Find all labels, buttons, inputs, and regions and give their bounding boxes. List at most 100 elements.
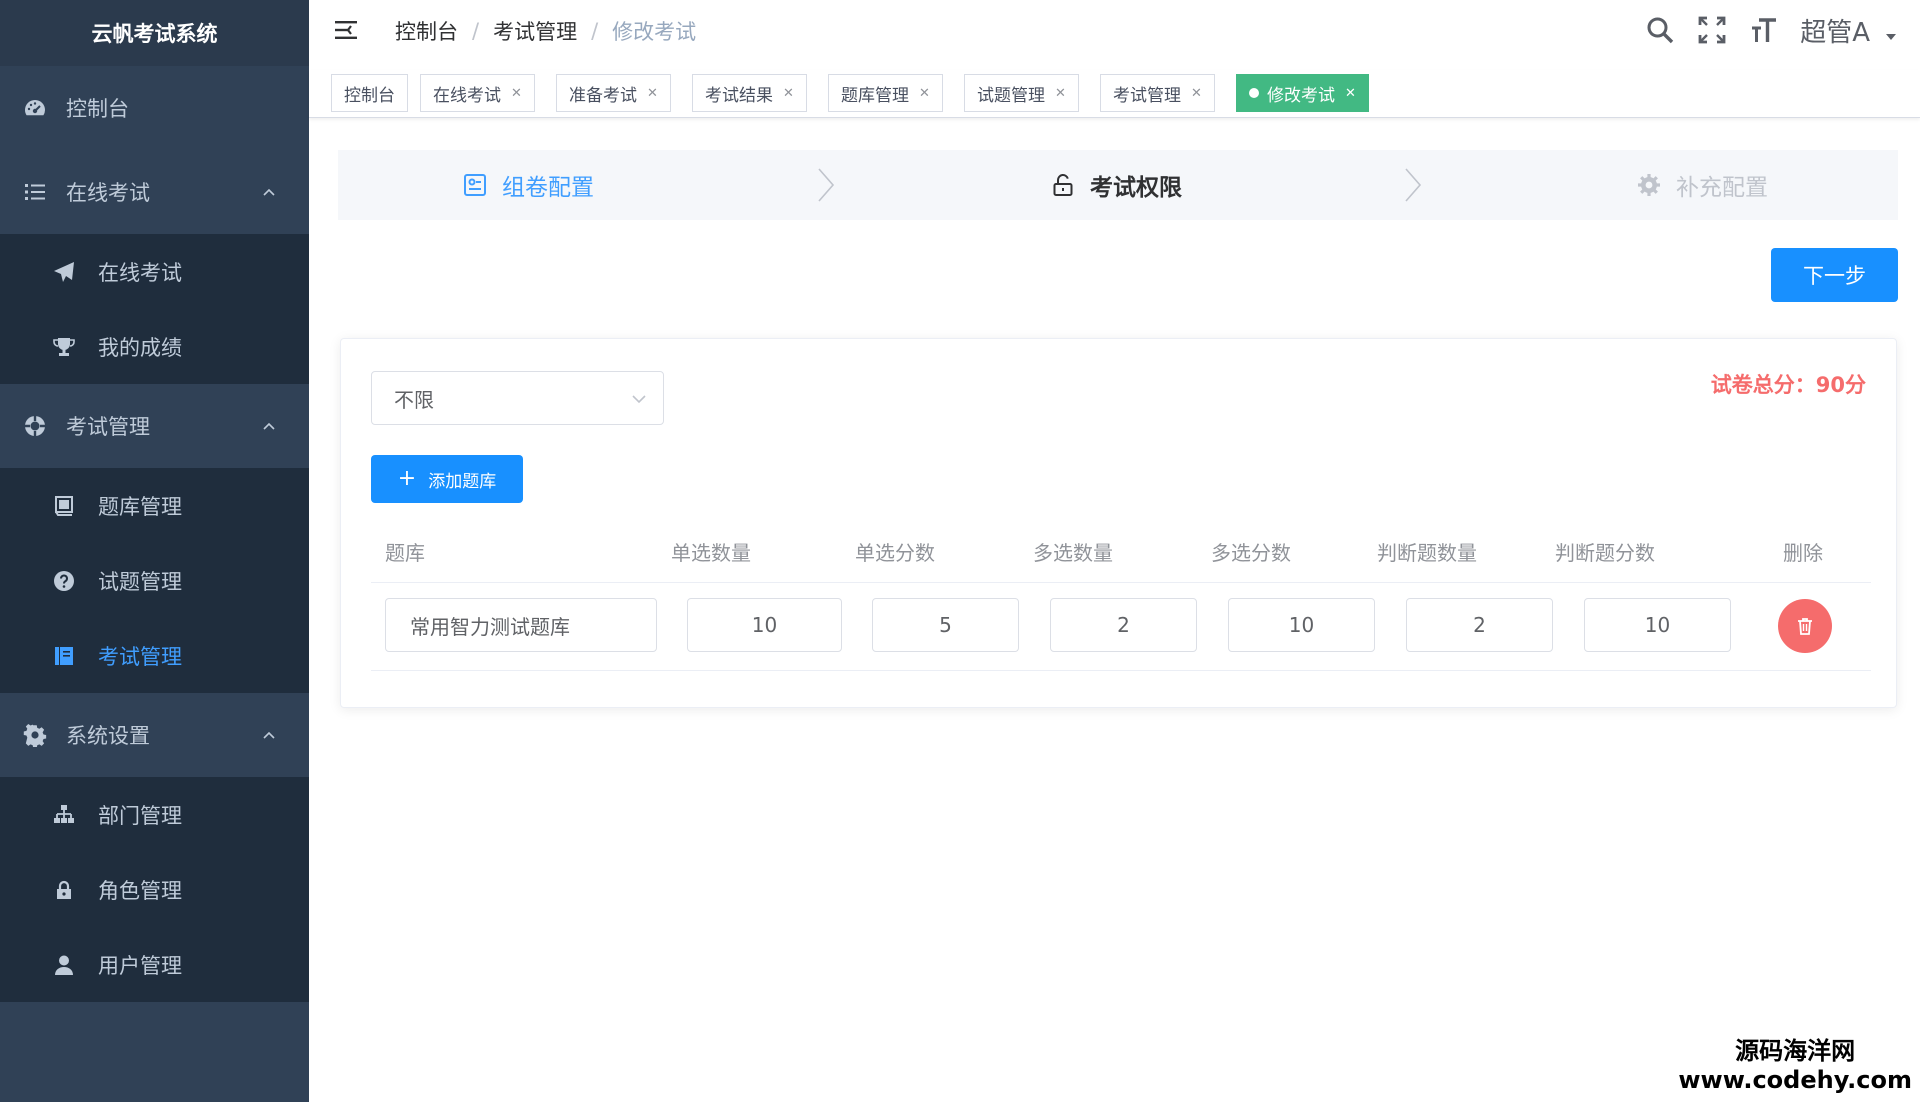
tag-label: 修改考试 [1267,85,1335,106]
radio-count-input[interactable]: 10 [687,598,842,652]
sidebar-item-label: 角色管理 [98,878,182,903]
tag-label: 在线考试 [433,85,501,106]
tag-label: 考试结果 [705,85,773,106]
close-icon[interactable]: ✕ [1191,86,1202,101]
repo-name-input[interactable]: 常用智力测试题库 [385,598,657,652]
sidebar-item-label: 控制台 [66,97,129,121]
tags-view: 控制台 在线考试 ✕ 准备考试 ✕ 考试结果 ✕ 题库管理 ✕ 试题管理 ✕ 考… [309,70,1920,118]
tag-label: 考试管理 [1113,85,1181,106]
sidebar-item-label: 系统设置 [66,724,150,748]
sidebar-item-label: 题库管理 [98,494,182,519]
tag-label: 准备考试 [569,85,637,106]
sidebar-item-user-management[interactable]: 用户管理 [0,927,309,1002]
sidebar-item-label: 试题管理 [98,569,182,594]
table-header: 题库 单选数量 单选分数 多选数量 多选分数 判断题数量 判断题分数 删除 [371,513,1871,583]
sidebar-item-question-management[interactable]: 试题管理 [0,543,309,618]
user-icon [52,953,76,977]
sidebar-item-online-exam[interactable]: 在线考试 [0,150,309,234]
font-size-icon[interactable] [1748,14,1780,46]
sidebar-item-department-management[interactable]: 部门管理 [0,777,309,852]
add-repo-button[interactable]: + 添加题库 [371,455,523,503]
step-label: 补充配置 [1676,175,1768,201]
sidebar-item-exam-management-sub[interactable]: 考试管理 [0,618,309,693]
step-label: 组卷配置 [502,175,594,201]
navbar: 控制台 / 考试管理 / 修改考试 超管A [309,0,1920,60]
submenu-exam-management: 题库管理 试题管理 考试管理 [0,468,309,693]
header-right-menu: 超管A [1644,0,1920,60]
caret-down-icon[interactable] [1884,30,1898,44]
multi-count-input[interactable]: 2 [1050,598,1197,652]
breadcrumb-separator: / [591,19,599,43]
sidebar-item-my-scores[interactable]: 我的成绩 [0,309,309,384]
sidebar-item-label: 在线考试 [98,260,182,285]
plus-icon: + [397,466,417,491]
submenu-system-settings: 部门管理 角色管理 用户管理 [0,777,309,1002]
next-step-button[interactable]: 下一步 [1771,248,1898,302]
sitemap-icon [52,803,76,827]
sidebar: 云帆考试系统 控制台 在线考试 在线考试 我的成绩 考试管理 题库管理 试题管理… [0,0,309,1102]
hamburger-icon[interactable] [333,16,361,44]
sidebar-item-repo-management[interactable]: 题库管理 [0,468,309,543]
fullscreen-icon[interactable] [1696,14,1728,46]
table-row: 常用智力测试题库 10 5 2 10 2 10 [371,583,1871,671]
judge-count-input[interactable]: 2 [1406,598,1553,652]
chevron-up-icon [263,731,275,739]
submenu-online-exam: 在线考试 我的成绩 [0,234,309,384]
close-icon[interactable]: ✕ [511,86,522,101]
total-score: 试卷总分：90分 [1710,373,1866,397]
paper-config-icon [462,172,488,198]
close-icon[interactable]: ✕ [1055,86,1066,101]
sidebar-item-label: 我的成绩 [98,335,182,360]
tag-label: 试题管理 [977,85,1045,106]
search-icon[interactable] [1644,14,1676,46]
step-exam-permission[interactable]: 考试权限 [1050,150,1182,220]
judge-score-input[interactable]: 10 [1584,598,1731,652]
select-value: 不限 [394,387,434,412]
column-header: 多选数量 [1033,541,1113,565]
lock-icon [52,878,76,902]
column-header: 判断题数量 [1377,541,1477,565]
permission-select[interactable]: 不限 [371,371,664,425]
sidebar-item-online-exam-sub[interactable]: 在线考试 [0,234,309,309]
close-icon[interactable]: ✕ [1345,86,1356,101]
breadcrumb-item-dashboard[interactable]: 控制台 [395,16,458,46]
column-header: 多选分数 [1211,541,1291,565]
tag-exam-management[interactable]: 考试管理 ✕ [1100,74,1215,112]
sidebar-item-role-management[interactable]: 角色管理 [0,852,309,927]
trophy-icon [52,335,76,359]
close-icon[interactable]: ✕ [647,86,658,101]
column-header: 题库 [385,541,425,565]
tag-exam-results[interactable]: 考试结果 ✕ [692,74,807,112]
tag-edit-exam[interactable]: 修改考试 ✕ [1236,74,1369,112]
chevron-up-icon [263,422,275,430]
chevron-down-icon [632,395,646,404]
column-header: 单选数量 [671,541,751,565]
sidebar-item-exam-management[interactable]: 考试管理 [0,384,309,468]
lifebuoy-icon [22,413,48,439]
book-icon [52,494,76,518]
user-name[interactable]: 超管A [1800,12,1870,49]
sidebar-item-label: 部门管理 [98,803,182,828]
step-supplementary-config[interactable]: 补充配置 [1636,150,1768,220]
step-label: 考试权限 [1090,175,1182,201]
delete-button[interactable] [1778,599,1832,653]
tag-dashboard[interactable]: 控制台 [331,74,408,112]
close-icon[interactable]: ✕ [783,86,794,101]
tag-label: 题库管理 [841,85,909,106]
multi-score-input[interactable]: 10 [1228,598,1375,652]
radio-score-input[interactable]: 5 [872,598,1019,652]
sidebar-item-dashboard[interactable]: 控制台 [0,66,309,150]
tag-label: 控制台 [344,85,395,106]
step-paper-config[interactable]: 组卷配置 [462,150,594,220]
tag-online-exam[interactable]: 在线考试 ✕ [420,74,535,112]
add-repo-label: 添加题库 [428,471,497,492]
close-icon[interactable]: ✕ [919,86,930,101]
tag-question-management[interactable]: 试题管理 ✕ [964,74,1079,112]
tag-repo-management[interactable]: 题库管理 ✕ [828,74,943,112]
unlock-icon [1050,172,1076,198]
paper-plane-icon [52,260,76,284]
breadcrumb-item-exam-management[interactable]: 考试管理 [493,16,577,46]
sidebar-item-system-settings[interactable]: 系统设置 [0,693,309,777]
tag-prepare-exam[interactable]: 准备考试 ✕ [556,74,671,112]
sidebar-item-label: 考试管理 [98,644,182,669]
